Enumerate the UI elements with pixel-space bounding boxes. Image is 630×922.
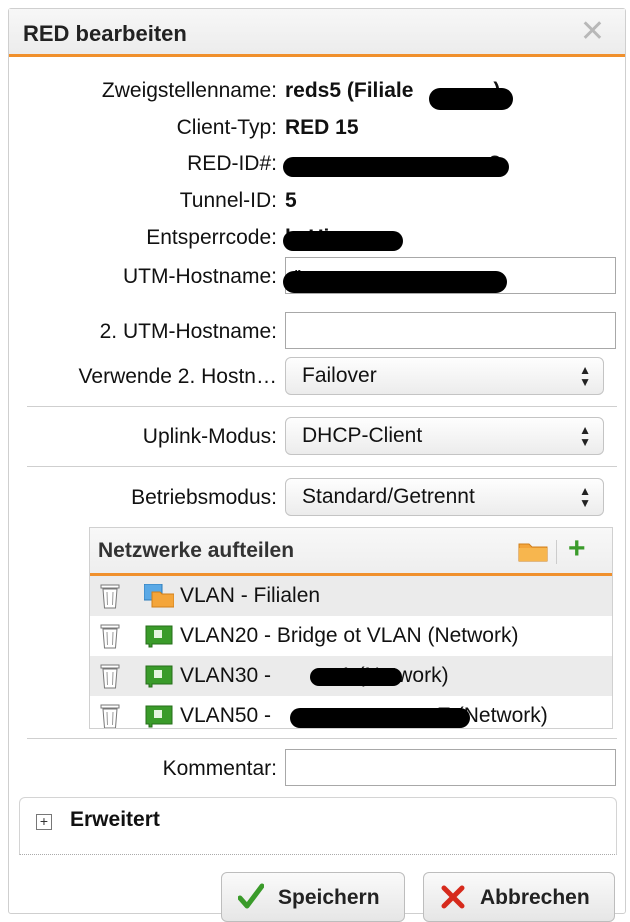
network-row[interactable]: VLAN30 - A (Network) <box>90 656 612 696</box>
checkmark-icon <box>238 883 264 909</box>
uplink-modus-label: Uplink-Modus: <box>142 425 277 448</box>
trash-icon[interactable] <box>100 622 120 650</box>
dialog-title: RED bearbeiten <box>23 21 187 46</box>
divider <box>27 406 617 407</box>
trash-icon[interactable] <box>100 662 120 690</box>
kommentar-label: Kommentar: <box>162 757 277 780</box>
redaction-mark <box>283 271 507 293</box>
networks-list-box: Netzwerke aufteilen + VLAN - Filialen VL… <box>89 527 613 729</box>
utm-hostname2-input[interactable] <box>285 312 616 349</box>
dialog-titlebar: RED bearbeiten ✕ <box>9 9 625 57</box>
network-row[interactable]: VLAN50 - E (Network) <box>90 696 612 729</box>
kommentar-input[interactable] <box>285 749 616 786</box>
redaction-mark <box>283 157 509 177</box>
betriebsmodus-value: Standard/Getrennt <box>302 485 475 508</box>
verwende-hostname-label: Verwende 2. Hostn… <box>78 365 277 388</box>
networks-title: Netzwerke aufteilen <box>98 539 295 562</box>
betriebsmodus-label: Betriebsmodus: <box>131 486 277 509</box>
divider <box>27 738 617 739</box>
select-arrows-icon: ▲ ▼ <box>579 423 591 449</box>
network-card-icon <box>145 625 173 648</box>
uplink-modus-select[interactable]: DHCP-Client ▲ ▼ <box>285 417 604 455</box>
tunnel-id-value: 5 <box>285 189 297 212</box>
header-divider <box>556 540 557 564</box>
client-typ-value: RED 15 <box>285 116 359 139</box>
advanced-section[interactable]: + Erweitert <box>19 797 617 855</box>
verwende-hostname-value: Failover <box>302 364 377 387</box>
network-label: VLAN - Filialen <box>180 584 321 607</box>
save-button[interactable]: Speichern <box>221 872 405 922</box>
cancel-button[interactable]: Abbrechen <box>423 872 615 922</box>
redaction-mark <box>429 88 513 110</box>
uplink-modus-value: DHCP-Client <box>302 424 423 447</box>
expand-plus-icon[interactable]: + <box>36 814 52 830</box>
cancel-button-label: Abbrechen <box>480 886 590 909</box>
save-button-label: Speichern <box>278 886 380 909</box>
network-card-icon <box>145 705 173 728</box>
redaction-mark <box>290 708 470 728</box>
verwende-hostname-select[interactable]: Failover ▲ ▼ <box>285 357 604 395</box>
network-label: VLAN20 - Bridge ot VLAN (Network) <box>180 624 519 647</box>
entsperrcode-label: Entsperrcode: <box>146 226 277 249</box>
vlan-group-icon <box>144 584 174 608</box>
zweigstellenname-label: Zweigstellenname: <box>101 79 277 102</box>
select-arrows-icon: ▲ ▼ <box>579 484 591 510</box>
folder-icon[interactable] <box>518 540 548 562</box>
add-network-plus-icon[interactable]: + <box>568 534 586 564</box>
networks-header: Netzwerke aufteilen + <box>90 528 612 576</box>
betriebsmodus-select[interactable]: Standard/Getrennt ▲ ▼ <box>285 478 604 516</box>
advanced-title: Erweitert <box>70 808 160 831</box>
trash-icon[interactable] <box>100 582 120 610</box>
cancel-x-icon <box>441 885 465 909</box>
network-row[interactable]: VLAN - Filialen <box>90 576 612 616</box>
trash-icon[interactable] <box>100 702 120 729</box>
select-arrows-icon: ▲ ▼ <box>579 363 591 389</box>
network-card-icon <box>145 665 173 688</box>
utm-hostname2-label: 2. UTM-Hostname: <box>99 320 277 343</box>
tunnel-id-label: Tunnel-ID: <box>179 189 277 212</box>
redaction-mark <box>283 231 403 251</box>
close-icon[interactable]: ✕ <box>580 17 605 47</box>
utm-hostname-label: UTM-Hostname: <box>122 265 277 288</box>
client-typ-label: Client-Typ: <box>176 116 277 139</box>
network-label-start: VLAN30 - <box>180 664 277 687</box>
red-id-label: RED-ID#: <box>187 152 277 175</box>
divider <box>27 466 617 467</box>
edit-red-dialog: RED bearbeiten ✕ Zweigstellenname: reds5… <box>8 8 626 922</box>
network-row[interactable]: VLAN20 - Bridge ot VLAN (Network) <box>90 616 612 656</box>
network-label-start: VLAN50 - <box>180 704 277 727</box>
redaction-mark <box>310 668 402 686</box>
zweigstellenname-text: reds5 (Filiale <box>285 79 414 102</box>
